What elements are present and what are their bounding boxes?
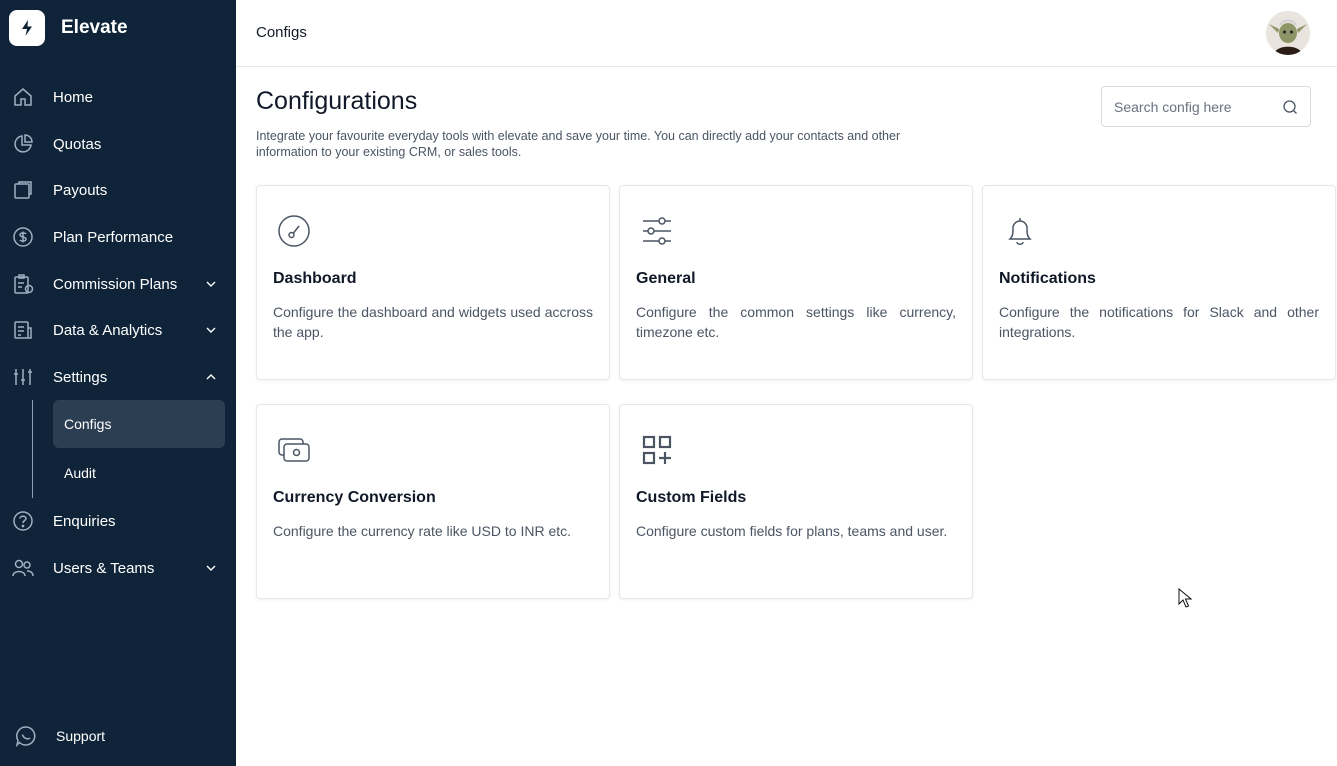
- document-chart-icon: [12, 319, 34, 341]
- sidebar-item-label: Plan Performance: [53, 228, 174, 246]
- sidebar-item-data-analytics[interactable]: Data & Analytics: [0, 310, 236, 350]
- sidebar-item-payouts[interactable]: Payouts: [0, 170, 236, 210]
- page-description: Integrate your favourite everyday tools …: [256, 129, 901, 159]
- card-description: Configure the common settings like curre…: [636, 304, 956, 340]
- card-title: Currency Conversion: [273, 489, 436, 506]
- sidebar-item-label: Data & Analytics: [53, 321, 163, 339]
- sidebar-item-commission-plans[interactable]: Commission Plans: [0, 264, 236, 304]
- sidebar-subitem-audit[interactable]: Audit: [53, 449, 225, 497]
- chevron-down-icon[interactable]: [206, 563, 216, 573]
- grid-plus-icon: [638, 431, 676, 469]
- clipboard-icon: [12, 273, 34, 295]
- config-card-dashboard[interactable]: Dashboard Configure the dashboard and wi…: [256, 185, 610, 380]
- dollar-circle-icon: [12, 226, 34, 248]
- brand[interactable]: Elevate: [9, 10, 128, 46]
- sidebar-item-users-teams[interactable]: Users & Teams: [0, 548, 236, 588]
- config-card-notifications[interactable]: Notifications Configure the notification…: [982, 185, 1336, 380]
- sidebar: Elevate Home Quotas Payouts Plan Perform…: [0, 0, 236, 766]
- card-title: Dashboard: [273, 270, 357, 287]
- chevron-down-icon[interactable]: [206, 325, 216, 335]
- top-bar: Configs: [236, 0, 1337, 67]
- chevron-up-icon[interactable]: [206, 372, 216, 382]
- config-card-custom-fields[interactable]: Custom Fields Configure custom fields fo…: [619, 404, 973, 599]
- mouse-cursor-icon: [1178, 587, 1193, 608]
- sidebar-item-label: Commission Plans: [53, 275, 178, 293]
- card-description: Configure the notifications for Slack an…: [999, 304, 1319, 340]
- payouts-icon: [12, 179, 34, 201]
- cash-icon: [275, 431, 313, 469]
- search-box[interactable]: [1101, 86, 1311, 127]
- sidebar-subitem-configs[interactable]: Configs: [53, 400, 225, 448]
- search-input[interactable]: [1114, 87, 1279, 126]
- sidebar-item-quotas[interactable]: Quotas: [0, 124, 236, 164]
- sidebar-item-label: Users & Teams: [53, 559, 155, 577]
- question-circle-icon: [12, 510, 34, 532]
- config-card-general[interactable]: General Configure the common settings li…: [619, 185, 973, 380]
- sidebar-item-enquiries[interactable]: Enquiries: [0, 501, 236, 541]
- sidebar-item-label: Home: [53, 88, 94, 106]
- card-title: Notifications: [999, 270, 1096, 287]
- avatar[interactable]: [1266, 11, 1310, 55]
- users-icon: [12, 557, 34, 579]
- sidebar-item-support[interactable]: Support: [0, 716, 236, 756]
- search-icon[interactable]: [1282, 99, 1298, 115]
- lightning-icon: [9, 10, 45, 46]
- sidebar-item-label: Quotas: [53, 135, 102, 153]
- sidebar-item-label: Settings: [53, 368, 108, 386]
- sidebar-item-label: Support: [56, 728, 106, 744]
- sidebar-item-plan-performance[interactable]: Plan Performance: [0, 217, 236, 257]
- sidebar-item-label: Payouts: [53, 181, 108, 199]
- card-description: Configure the dashboard and widgets used…: [273, 304, 593, 340]
- brand-name: Elevate: [61, 17, 128, 38]
- card-description: Configure the currency rate like USD to …: [273, 523, 572, 539]
- card-description: Configure custom fields for plans, teams…: [636, 523, 948, 539]
- page-title: Configurations: [256, 87, 418, 115]
- config-card-currency-conversion[interactable]: Currency Conversion Configure the curren…: [256, 404, 610, 599]
- sidebar-item-settings[interactable]: Settings: [0, 357, 236, 397]
- card-title: Custom Fields: [636, 489, 747, 506]
- card-title: General: [636, 270, 696, 287]
- sidebar-item-home[interactable]: Home: [0, 77, 236, 117]
- home-icon: [12, 86, 34, 108]
- subnav-divider: [32, 400, 33, 498]
- chat-icon: [15, 725, 37, 747]
- breadcrumb: Configs: [256, 24, 307, 41]
- chevron-down-icon[interactable]: [206, 279, 216, 289]
- sliders-icon: [12, 366, 34, 388]
- gauge-icon: [275, 212, 313, 250]
- bell-icon: [1001, 212, 1039, 250]
- sidebar-item-label: Enquiries: [53, 512, 116, 530]
- pie-chart-icon: [12, 133, 34, 155]
- adjustments-icon: [638, 212, 676, 250]
